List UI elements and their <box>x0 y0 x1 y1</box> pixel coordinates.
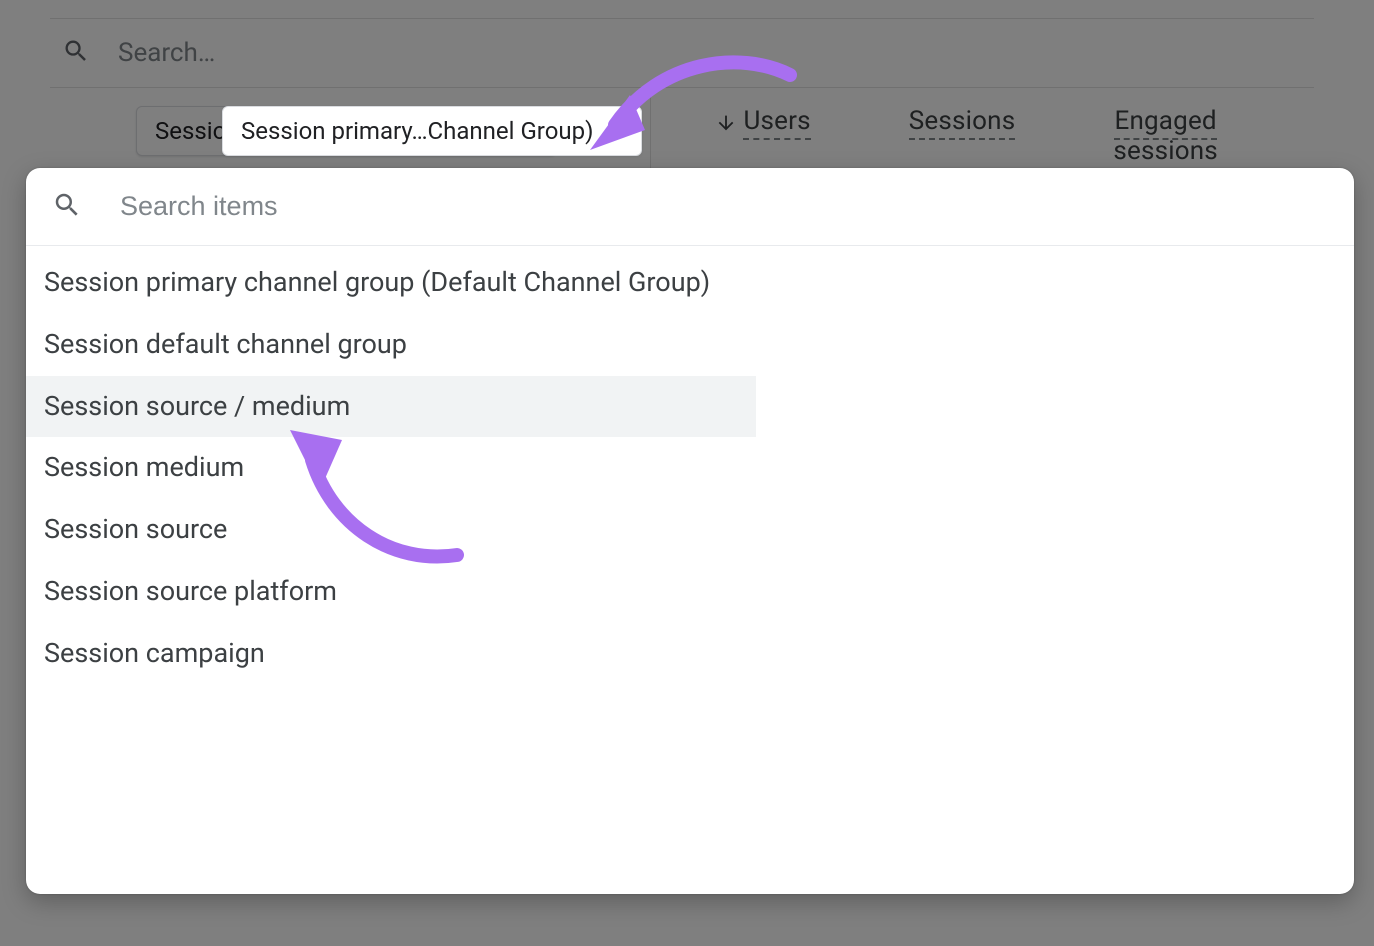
search-icon <box>52 190 82 224</box>
dimension-list: Session primary channel group (Default C… <box>26 246 1354 684</box>
panel-search-input[interactable] <box>120 191 1328 222</box>
dimension-option[interactable]: Session medium <box>26 437 756 499</box>
dimension-option[interactable]: Session primary channel group (Default C… <box>26 252 756 314</box>
panel-search-row <box>26 168 1354 246</box>
dimension-dropdown-label: Session primary…Channel Group) <box>241 117 593 145</box>
caret-down-icon <box>607 117 623 145</box>
dimension-option[interactable]: Session source platform <box>26 561 756 623</box>
dimension-dropdown-active[interactable]: Session primary…Channel Group) <box>222 106 642 156</box>
dimension-option[interactable]: Session source / medium <box>26 376 756 438</box>
dimension-option[interactable]: Session source <box>26 499 756 561</box>
dimension-option[interactable]: Session campaign <box>26 623 756 685</box>
dimension-picker-panel: Session primary channel group (Default C… <box>26 168 1354 894</box>
dimension-option[interactable]: Session default channel group <box>26 314 756 376</box>
